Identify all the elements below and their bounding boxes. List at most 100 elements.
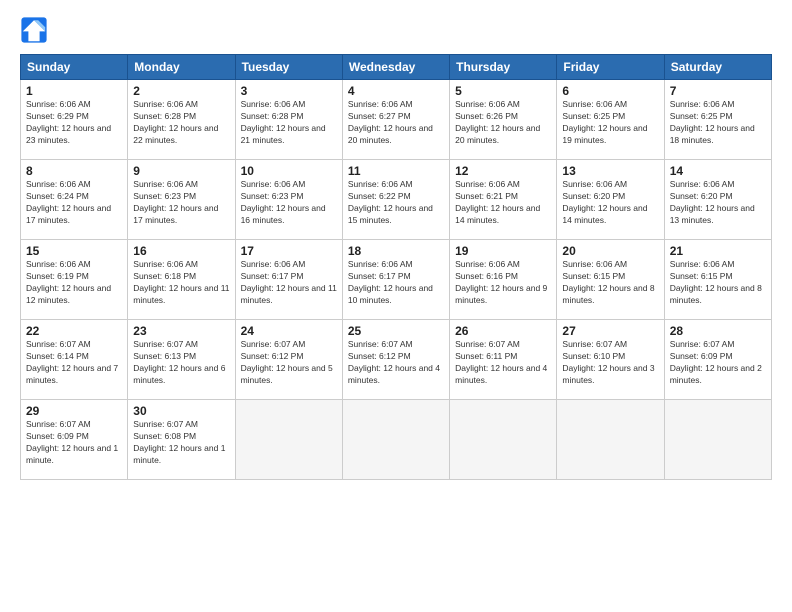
table-row: 5 Sunrise: 6:06 AM Sunset: 6:26 PM Dayli… [450, 80, 557, 160]
table-row: 24 Sunrise: 6:07 AM Sunset: 6:12 PM Dayl… [235, 320, 342, 400]
logo-icon [20, 16, 48, 44]
day-info: Sunrise: 6:06 AM Sunset: 6:19 PM Dayligh… [26, 259, 122, 307]
col-sunday: Sunday [21, 55, 128, 80]
day-info: Sunrise: 6:07 AM Sunset: 6:12 PM Dayligh… [348, 339, 444, 387]
day-info: Sunrise: 6:07 AM Sunset: 6:11 PM Dayligh… [455, 339, 551, 387]
day-number: 25 [348, 324, 444, 338]
day-number: 4 [348, 84, 444, 98]
day-info: Sunrise: 6:06 AM Sunset: 6:26 PM Dayligh… [455, 99, 551, 147]
day-info: Sunrise: 6:06 AM Sunset: 6:23 PM Dayligh… [133, 179, 229, 227]
day-number: 2 [133, 84, 229, 98]
day-number: 16 [133, 244, 229, 258]
day-number: 21 [670, 244, 766, 258]
day-number: 7 [670, 84, 766, 98]
table-row: 6 Sunrise: 6:06 AM Sunset: 6:25 PM Dayli… [557, 80, 664, 160]
day-info: Sunrise: 6:06 AM Sunset: 6:27 PM Dayligh… [348, 99, 444, 147]
col-tuesday: Tuesday [235, 55, 342, 80]
day-info: Sunrise: 6:06 AM Sunset: 6:22 PM Dayligh… [348, 179, 444, 227]
col-wednesday: Wednesday [342, 55, 449, 80]
day-info: Sunrise: 6:06 AM Sunset: 6:24 PM Dayligh… [26, 179, 122, 227]
day-info: Sunrise: 6:06 AM Sunset: 6:23 PM Dayligh… [241, 179, 337, 227]
day-number: 22 [26, 324, 122, 338]
day-info: Sunrise: 6:06 AM Sunset: 6:16 PM Dayligh… [455, 259, 551, 307]
day-number: 29 [26, 404, 122, 418]
day-number: 5 [455, 84, 551, 98]
day-info: Sunrise: 6:06 AM Sunset: 6:28 PM Dayligh… [133, 99, 229, 147]
day-number: 14 [670, 164, 766, 178]
calendar-table: Sunday Monday Tuesday Wednesday Thursday… [20, 54, 772, 480]
day-info: Sunrise: 6:07 AM Sunset: 6:13 PM Dayligh… [133, 339, 229, 387]
day-info: Sunrise: 6:06 AM Sunset: 6:15 PM Dayligh… [562, 259, 658, 307]
day-number: 8 [26, 164, 122, 178]
day-info: Sunrise: 6:06 AM Sunset: 6:28 PM Dayligh… [241, 99, 337, 147]
col-monday: Monday [128, 55, 235, 80]
day-info: Sunrise: 6:07 AM Sunset: 6:09 PM Dayligh… [26, 419, 122, 467]
day-info: Sunrise: 6:06 AM Sunset: 6:21 PM Dayligh… [455, 179, 551, 227]
col-thursday: Thursday [450, 55, 557, 80]
table-row: 9 Sunrise: 6:06 AM Sunset: 6:23 PM Dayli… [128, 160, 235, 240]
day-number: 12 [455, 164, 551, 178]
page: Sunday Monday Tuesday Wednesday Thursday… [0, 0, 792, 612]
table-row: 3 Sunrise: 6:06 AM Sunset: 6:28 PM Dayli… [235, 80, 342, 160]
table-row: 29 Sunrise: 6:07 AM Sunset: 6:09 PM Dayl… [21, 400, 128, 480]
header-row: Sunday Monday Tuesday Wednesday Thursday… [21, 55, 772, 80]
day-number: 27 [562, 324, 658, 338]
table-row: 30 Sunrise: 6:07 AM Sunset: 6:08 PM Dayl… [128, 400, 235, 480]
table-row: 22 Sunrise: 6:07 AM Sunset: 6:14 PM Dayl… [21, 320, 128, 400]
day-number: 17 [241, 244, 337, 258]
day-number: 9 [133, 164, 229, 178]
empty-cell [664, 400, 771, 480]
day-number: 15 [26, 244, 122, 258]
day-info: Sunrise: 6:06 AM Sunset: 6:17 PM Dayligh… [348, 259, 444, 307]
table-row: 14 Sunrise: 6:06 AM Sunset: 6:20 PM Dayl… [664, 160, 771, 240]
day-number: 11 [348, 164, 444, 178]
day-number: 6 [562, 84, 658, 98]
table-row: 2 Sunrise: 6:06 AM Sunset: 6:28 PM Dayli… [128, 80, 235, 160]
day-number: 13 [562, 164, 658, 178]
table-row: 8 Sunrise: 6:06 AM Sunset: 6:24 PM Dayli… [21, 160, 128, 240]
day-number: 19 [455, 244, 551, 258]
day-info: Sunrise: 6:07 AM Sunset: 6:08 PM Dayligh… [133, 419, 229, 467]
day-info: Sunrise: 6:07 AM Sunset: 6:12 PM Dayligh… [241, 339, 337, 387]
day-number: 3 [241, 84, 337, 98]
table-row: 28 Sunrise: 6:07 AM Sunset: 6:09 PM Dayl… [664, 320, 771, 400]
day-info: Sunrise: 6:06 AM Sunset: 6:29 PM Dayligh… [26, 99, 122, 147]
day-number: 10 [241, 164, 337, 178]
table-row: 1 Sunrise: 6:06 AM Sunset: 6:29 PM Dayli… [21, 80, 128, 160]
day-info: Sunrise: 6:07 AM Sunset: 6:09 PM Dayligh… [670, 339, 766, 387]
table-row: 25 Sunrise: 6:07 AM Sunset: 6:12 PM Dayl… [342, 320, 449, 400]
table-row: 21 Sunrise: 6:06 AM Sunset: 6:15 PM Dayl… [664, 240, 771, 320]
day-number: 20 [562, 244, 658, 258]
table-row: 4 Sunrise: 6:06 AM Sunset: 6:27 PM Dayli… [342, 80, 449, 160]
empty-cell [235, 400, 342, 480]
day-info: Sunrise: 6:06 AM Sunset: 6:20 PM Dayligh… [562, 179, 658, 227]
table-row: 26 Sunrise: 6:07 AM Sunset: 6:11 PM Dayl… [450, 320, 557, 400]
header [20, 16, 772, 44]
table-row: 17 Sunrise: 6:06 AM Sunset: 6:17 PM Dayl… [235, 240, 342, 320]
col-friday: Friday [557, 55, 664, 80]
table-row: 19 Sunrise: 6:06 AM Sunset: 6:16 PM Dayl… [450, 240, 557, 320]
day-info: Sunrise: 6:06 AM Sunset: 6:17 PM Dayligh… [241, 259, 337, 307]
day-info: Sunrise: 6:07 AM Sunset: 6:10 PM Dayligh… [562, 339, 658, 387]
day-number: 23 [133, 324, 229, 338]
day-info: Sunrise: 6:06 AM Sunset: 6:25 PM Dayligh… [670, 99, 766, 147]
col-saturday: Saturday [664, 55, 771, 80]
empty-cell [450, 400, 557, 480]
day-info: Sunrise: 6:06 AM Sunset: 6:25 PM Dayligh… [562, 99, 658, 147]
empty-cell [342, 400, 449, 480]
table-row: 15 Sunrise: 6:06 AM Sunset: 6:19 PM Dayl… [21, 240, 128, 320]
table-row: 16 Sunrise: 6:06 AM Sunset: 6:18 PM Dayl… [128, 240, 235, 320]
table-row: 27 Sunrise: 6:07 AM Sunset: 6:10 PM Dayl… [557, 320, 664, 400]
day-number: 24 [241, 324, 337, 338]
table-row: 20 Sunrise: 6:06 AM Sunset: 6:15 PM Dayl… [557, 240, 664, 320]
day-number: 26 [455, 324, 551, 338]
table-row: 18 Sunrise: 6:06 AM Sunset: 6:17 PM Dayl… [342, 240, 449, 320]
day-number: 28 [670, 324, 766, 338]
logo [20, 16, 52, 44]
day-info: Sunrise: 6:06 AM Sunset: 6:15 PM Dayligh… [670, 259, 766, 307]
table-row: 23 Sunrise: 6:07 AM Sunset: 6:13 PM Dayl… [128, 320, 235, 400]
table-row: 13 Sunrise: 6:06 AM Sunset: 6:20 PM Dayl… [557, 160, 664, 240]
day-info: Sunrise: 6:06 AM Sunset: 6:18 PM Dayligh… [133, 259, 229, 307]
day-number: 30 [133, 404, 229, 418]
day-number: 1 [26, 84, 122, 98]
